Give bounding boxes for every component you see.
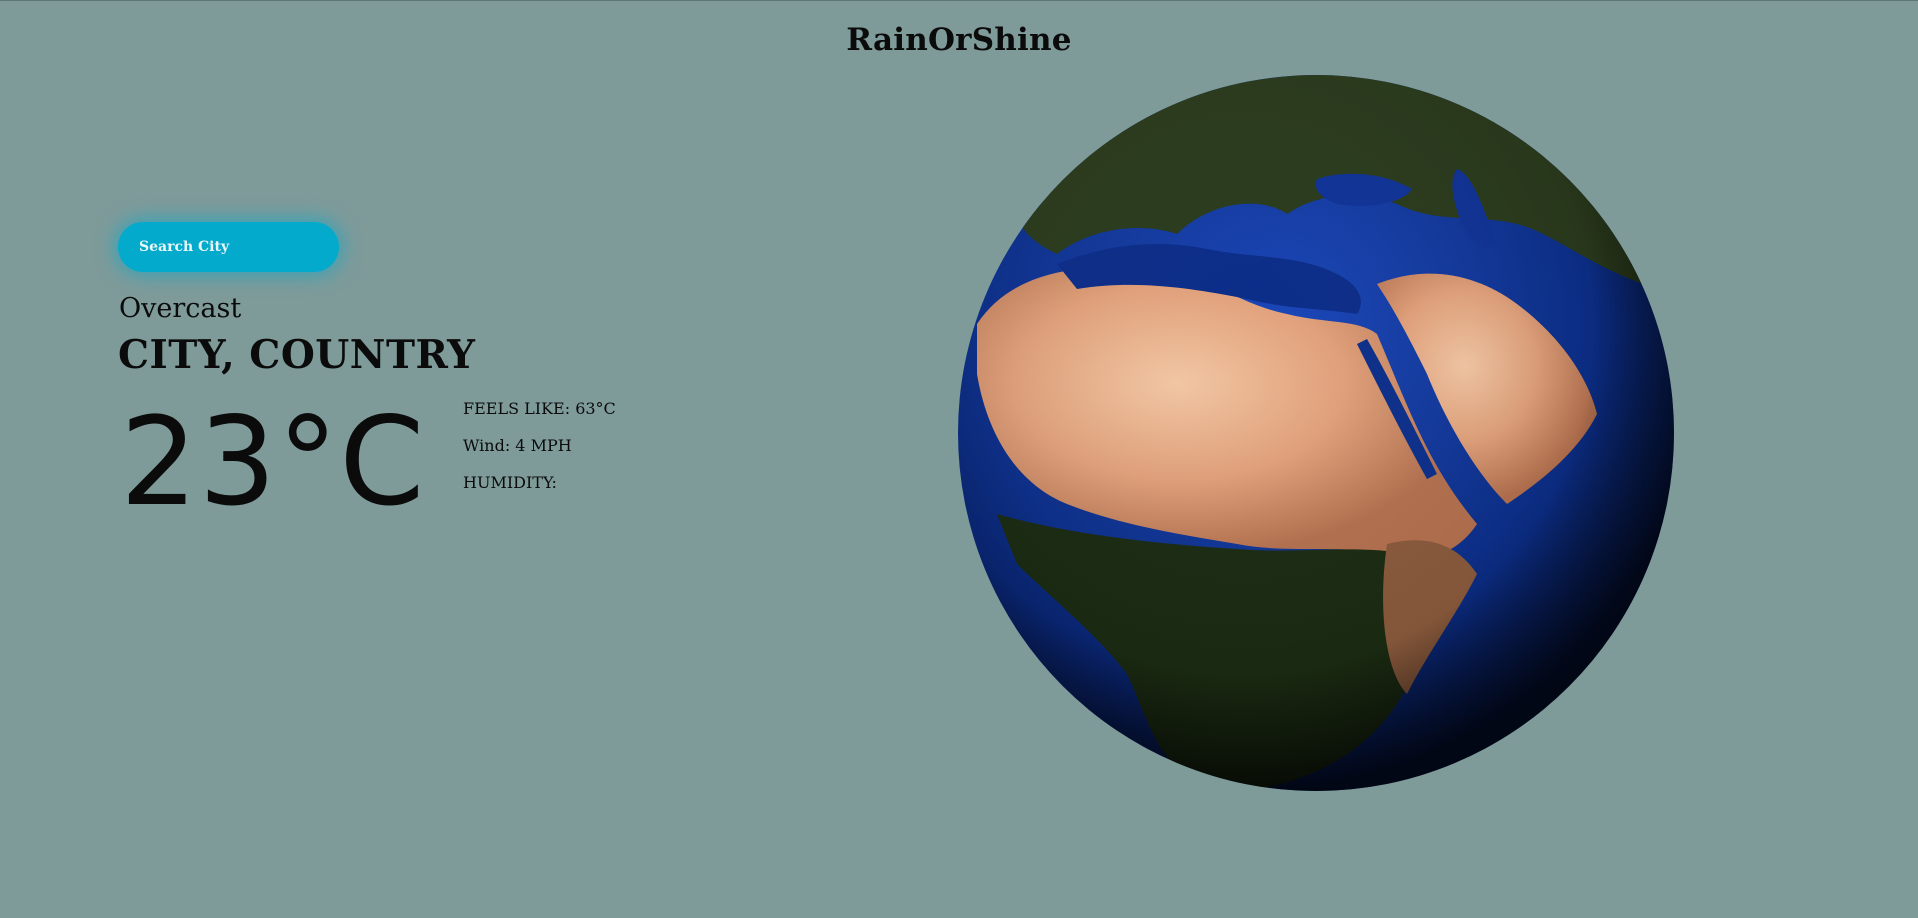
earth-globe[interactable] [957,74,1675,792]
app-title: RainOrShine [846,22,1072,58]
weather-details: FEELS LIKE: 63°C Wind: 4 MPH HUMIDITY: [463,398,616,509]
wind-text: Wind: 4 MPH [463,436,572,455]
earth-globe-graphic [958,75,1674,791]
city-country-label: CITY, COUNTRY [118,332,476,378]
search-city-input[interactable] [118,222,339,272]
temperature-value: 23°C [120,391,426,533]
globe-shading [958,75,1674,791]
weather-app-page: RainOrShine Overcast CITY, COUNTRY 23°C … [0,0,1918,918]
humidity-text: HUMIDITY: [463,473,557,492]
top-border [0,0,1918,1]
weather-condition: Overcast [119,293,242,324]
feels-like-text: FEELS LIKE: 63°C [463,399,616,418]
